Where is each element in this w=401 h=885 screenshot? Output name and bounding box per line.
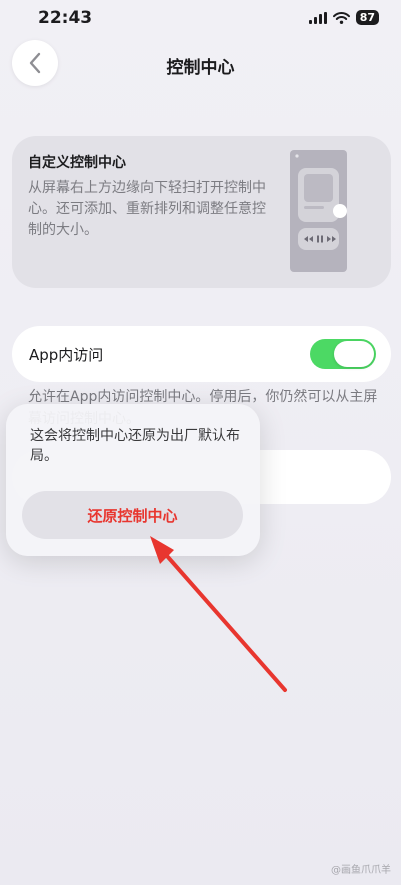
watermark: @画鱼爪爪羊 (331, 865, 391, 876)
red-arrow-annotation (150, 536, 287, 692)
